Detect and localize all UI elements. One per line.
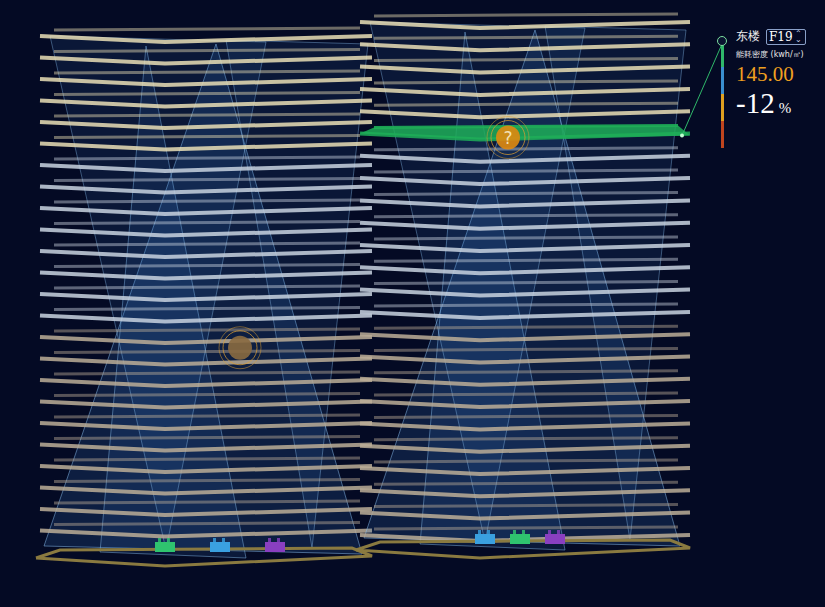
floor-slab[interactable] <box>40 157 372 171</box>
floor-slab[interactable] <box>360 170 690 184</box>
floor-slab[interactable] <box>360 393 690 407</box>
metric-change: -12% <box>736 87 806 120</box>
floor-slab[interactable] <box>40 394 372 408</box>
stepper-icon[interactable]: ⌃⌄ <box>795 31 803 42</box>
floor-slab[interactable] <box>40 93 372 107</box>
floor-slab[interactable] <box>360 505 690 519</box>
floor-slab[interactable] <box>360 460 690 474</box>
info-panel: 东楼 F19⌃⌄ 能耗密度 (kwh/㎡) 145.00-12% <box>716 28 822 148</box>
floor-slab[interactable] <box>360 237 690 251</box>
floor-slab[interactable] <box>360 438 690 452</box>
scale-knob[interactable] <box>717 36 727 46</box>
floor-slab[interactable] <box>40 179 372 193</box>
building-name: 东楼 <box>736 28 760 45</box>
equipment-icon[interactable] <box>265 538 285 552</box>
scale-segment <box>721 67 724 94</box>
floor-slab[interactable] <box>40 523 372 537</box>
floor-select[interactable]: F19⌃⌄ <box>766 29 806 45</box>
floor-slab[interactable] <box>40 222 372 236</box>
floor-slab[interactable] <box>360 482 690 496</box>
floor-slab[interactable] <box>360 349 690 363</box>
floor-slab[interactable] <box>360 81 690 95</box>
floor-slab[interactable] <box>40 458 372 472</box>
metric-value: 145.00 <box>736 62 806 87</box>
energy-dashboard: ? 东楼 F19⌃⌄ 能耗密度 (kwh/㎡) 145.00-12% <box>0 0 825 607</box>
floor-slab[interactable] <box>40 286 372 300</box>
location-marker-icon[interactable] <box>219 327 261 369</box>
equipment-icon[interactable] <box>210 538 230 552</box>
floor-slab[interactable] <box>40 351 372 365</box>
floor-slab[interactable] <box>40 28 372 42</box>
floor-slab[interactable] <box>40 114 372 128</box>
floor-slab[interactable] <box>40 329 372 343</box>
scale-segment <box>721 94 724 121</box>
equipment-icon[interactable] <box>155 538 175 552</box>
floor-slab[interactable] <box>40 480 372 494</box>
floor-slab[interactable] <box>360 304 690 318</box>
building[interactable] <box>36 28 372 566</box>
floor-slab[interactable] <box>40 501 372 515</box>
connector-line <box>682 44 722 136</box>
equipment-icon[interactable] <box>510 530 530 544</box>
floor-slab[interactable] <box>40 372 372 386</box>
floor-slab[interactable] <box>40 71 372 85</box>
floor-slab[interactable] <box>360 36 690 50</box>
floor-slab[interactable] <box>40 50 372 64</box>
floor-slab[interactable] <box>40 136 372 150</box>
equipment-icon[interactable] <box>475 530 495 544</box>
building-scene[interactable]: ? <box>0 0 825 607</box>
scale-segment <box>721 121 724 148</box>
scale-gauge <box>716 28 728 148</box>
floor-slab[interactable] <box>360 326 690 340</box>
floor-slab[interactable] <box>360 415 690 429</box>
floor-slab[interactable] <box>360 14 690 28</box>
floor-slab[interactable] <box>40 308 372 322</box>
floor-slab[interactable] <box>40 265 372 279</box>
building[interactable]: ? <box>356 14 690 558</box>
floor-slab[interactable] <box>360 215 690 229</box>
floor-slab[interactable] <box>40 415 372 429</box>
floor-slab[interactable] <box>40 243 372 257</box>
floor-slab[interactable] <box>360 371 690 385</box>
alert-marker-icon[interactable]: ? <box>487 117 529 159</box>
equipment-icon[interactable] <box>545 530 565 544</box>
floor-slab[interactable] <box>360 59 690 73</box>
floor-slab[interactable] <box>360 192 690 206</box>
building-base <box>36 548 372 566</box>
floor-slab[interactable] <box>360 259 690 273</box>
metric-label: 能耗密度 (kwh/㎡) <box>736 49 806 60</box>
floor-slab[interactable] <box>40 200 372 214</box>
floor-slab[interactable] <box>360 103 690 117</box>
svg-text:?: ? <box>503 128 512 148</box>
floor-slab[interactable] <box>360 282 690 296</box>
floor-slab[interactable] <box>40 437 372 451</box>
